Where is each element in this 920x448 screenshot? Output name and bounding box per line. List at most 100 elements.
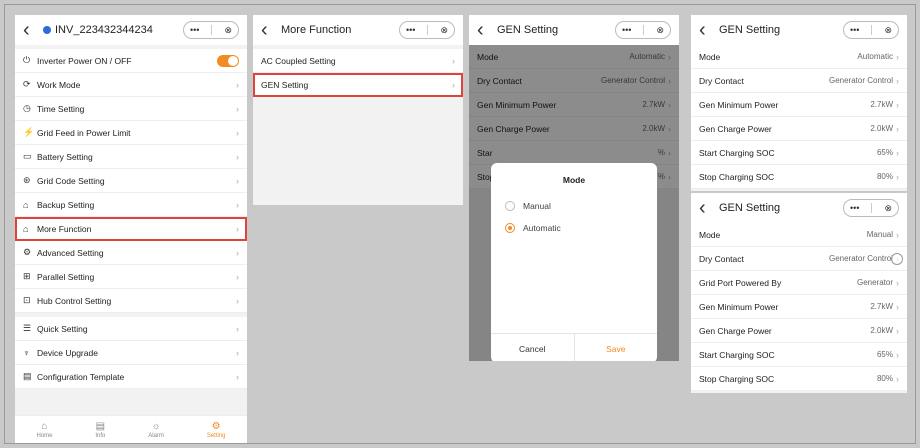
close-icon[interactable]: ⊗ [224, 25, 232, 36]
capsule-divider [871, 25, 873, 35]
close-icon[interactable]: ⊗ [656, 25, 664, 36]
tab-label: Alarm [148, 432, 164, 439]
chevron-right-icon: › [236, 295, 239, 306]
more-icon[interactable]: ••• [850, 25, 859, 35]
back-icon[interactable]: ‹ [477, 20, 491, 40]
setting-row[interactable]: Start Charging SOC 65% › [691, 343, 907, 367]
settings-row[interactable]: ♆ Device Upgrade › [15, 341, 247, 365]
settings-row-label: Grid Feed in Power Limit [37, 127, 131, 138]
row-value: 65% [876, 350, 893, 359]
settings-row[interactable]: ⏻ Inverter Power ON / OFF [15, 49, 247, 73]
chevron-right-icon: › [896, 147, 899, 158]
chevron-right-icon: › [236, 175, 239, 186]
row-label: Dry Contact [699, 75, 744, 86]
back-icon[interactable]: ‹ [699, 198, 713, 218]
row-value: 2.7kW [870, 302, 893, 311]
settings-row[interactable]: ☰ Quick Setting › [15, 317, 247, 341]
quick-setting-icon: ☰ [23, 323, 32, 333]
power-toggle[interactable] [217, 54, 239, 67]
radio-icon[interactable] [505, 201, 515, 211]
cancel-button[interactable]: Cancel [491, 334, 575, 361]
capsule-divider [427, 25, 429, 35]
back-icon[interactable]: ‹ [261, 20, 275, 40]
more-function-body: ‹ More Function ••• ⊗ AC Coupled Setting… [253, 15, 463, 205]
settings-row-label: Hub Control Setting [37, 295, 112, 306]
settings-row[interactable]: ⌂ More Function › [15, 217, 247, 241]
setting-row[interactable]: Stop Charging SOC 80% › [691, 165, 907, 189]
save-button[interactable]: Save [575, 334, 658, 361]
close-icon[interactable]: ⊗ [440, 25, 448, 36]
tab-setting[interactable]: ⚙ Setting [207, 421, 226, 439]
row-value: Generator Control [828, 76, 893, 85]
settings-row[interactable]: ⌂ Backup Setting › [15, 193, 247, 217]
gen-setting-header: ‹ GEN Setting ••• ⊗ [469, 15, 679, 45]
radio-icon[interactable] [505, 223, 515, 233]
more-function-row[interactable]: GEN Setting › [253, 73, 463, 97]
alarm-icon: ☼ [151, 420, 161, 432]
row-label: GEN Setting [261, 79, 309, 90]
more-function-row[interactable]: AC Coupled Setting › [253, 49, 463, 73]
setting-row[interactable]: Mode Automatic › [691, 45, 907, 69]
option-label: Manual [523, 201, 551, 211]
chevron-right-icon: › [236, 79, 239, 90]
more-function-header: ‹ More Function ••• ⊗ [253, 15, 463, 45]
mode-option-manual[interactable]: Manual [491, 195, 657, 217]
setting-row[interactable]: Dry ContactGenerator Control› [691, 69, 907, 93]
info-icon: ▤ [95, 420, 106, 432]
row-value: 65% [876, 148, 893, 157]
hub-control-icon: ⊡ [23, 295, 31, 305]
tab-label: Info [95, 432, 106, 439]
more-icon[interactable]: ••• [622, 25, 631, 35]
setting-row[interactable]: Dry ContactGenerator Control› [691, 247, 907, 271]
battery-icon: ▭ [23, 151, 32, 161]
settings-row[interactable]: ⊛ Grid Code Setting › [15, 169, 247, 193]
gen-setting-header: ‹ GEN Setting ••• ⊗ [691, 193, 907, 223]
chevron-right-icon: › [236, 247, 239, 258]
setting-row[interactable]: Start Charging SOC 65% › [691, 141, 907, 165]
setting-row[interactable]: Gen Charge Power 2.0kW › [691, 319, 907, 343]
settings-row[interactable]: ▤ Configuration Template › [15, 365, 247, 389]
settings-panel: ‹ INV_223432344234 ••• ⊗ ⏻ Inverter Power… [15, 15, 247, 443]
row-value: 80% [876, 374, 893, 383]
setting-row[interactable]: Grid Port Powered By Generator › [691, 271, 907, 295]
settings-row[interactable]: ⚙ Advanced Setting › [15, 241, 247, 265]
chevron-right-icon: › [236, 271, 239, 282]
settings-row[interactable]: ⟳ Work Mode › [15, 73, 247, 97]
close-icon[interactable]: ⊗ [884, 203, 892, 214]
template-icon: ▤ [23, 371, 32, 381]
back-icon[interactable]: ‹ [23, 20, 37, 40]
settings-row-label: Configuration Template [37, 371, 125, 382]
tab-alarm[interactable]: ☼ Alarm [148, 421, 164, 439]
settings-row[interactable]: ⊡ Hub Control Setting › [15, 289, 247, 313]
close-icon[interactable]: ⊗ [884, 25, 892, 36]
settings-row[interactable]: ◷ Time Setting › [15, 97, 247, 121]
setting-row[interactable]: Gen Charge Power 2.0kW › [691, 117, 907, 141]
row-value: 2.0kW [870, 124, 893, 133]
tab-label: Setting [206, 432, 226, 439]
page-title: GEN Setting [719, 24, 781, 36]
tab-home[interactable]: ⌂ Home [36, 421, 52, 439]
upgrade-icon: ♆ [23, 347, 30, 358]
back-icon[interactable]: ‹ [699, 20, 713, 40]
more-icon[interactable]: ••• [190, 25, 199, 35]
tab-info[interactable]: ▤ Info [95, 421, 105, 439]
more-icon[interactable]: ••• [406, 25, 415, 35]
setting-row[interactable]: Stop Charging SOC 80% › [691, 367, 907, 391]
setting-row[interactable]: Gen Minimum Power 2.7kW › [691, 295, 907, 319]
chevron-right-icon: › [896, 349, 899, 360]
capsule-menu: ••• ⊗ [843, 21, 899, 39]
settings-row[interactable]: ⚡ Grid Feed in Power Limit › [15, 121, 247, 145]
setting-row[interactable]: Gen Minimum Power 2.7kW › [691, 93, 907, 117]
capsule-divider [871, 203, 873, 213]
settings-row[interactable]: ▭ Battery Setting › [15, 145, 247, 169]
chevron-right-icon: › [896, 277, 899, 288]
mode-option-automatic[interactable]: Automatic [491, 217, 657, 239]
tab-bar: ⌂ Home ▤ Info ☼ Alarm ⚙ Setting [15, 415, 247, 443]
gen-setting-manual-panel: ‹ GEN Setting ••• ⊗ Mode Manual › Dry Conta… [691, 193, 907, 393]
chevron-right-icon: › [236, 223, 239, 234]
clock-icon: ◷ [23, 103, 31, 113]
settings-row[interactable]: ⊞ Parallel Setting › [15, 265, 247, 289]
more-icon[interactable]: ••• [850, 203, 859, 213]
chevron-right-icon: › [236, 151, 239, 162]
setting-row[interactable]: Mode Manual › [691, 223, 907, 247]
